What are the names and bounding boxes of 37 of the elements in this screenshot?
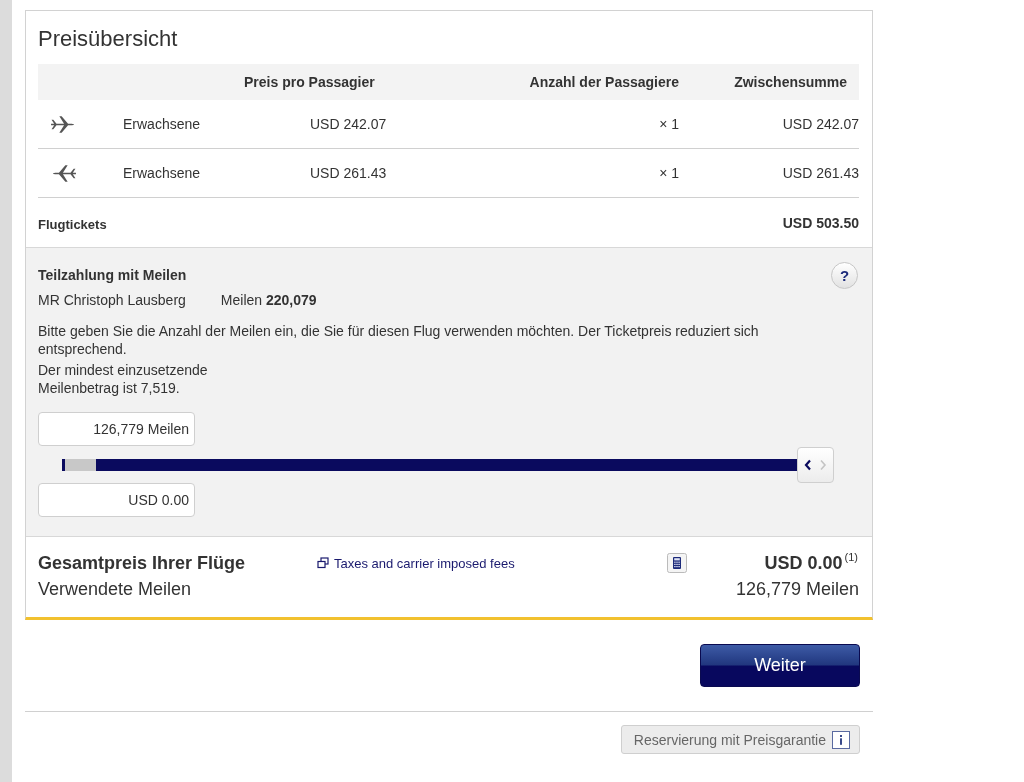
total-label: Flugtickets: [38, 215, 107, 232]
table-cell-text: USD 261.43: [309, 164, 387, 182]
help-button[interactable]: ?: [831, 261, 858, 289]
table-cell-text: Erwachsene: [122, 115, 201, 133]
calculator-icon[interactable]: [667, 553, 687, 573]
continue-button[interactable]: Weiter: [700, 644, 860, 687]
minimum-note: Der mindest einzusetzende Meilenbetrag ist 7,519.: [38, 361, 209, 397]
table-cell-text: × 1: [659, 115, 680, 133]
table-cell-text: USD 242.07: [309, 115, 387, 133]
instructions-text: Bitte geben Sie die Anzahl der Meilen ein, die Sie für diesen Flug verwenden möchten. Der Ticketpreis reduziert sich entsprechend.: [38, 322, 760, 358]
fees-link[interactable]: Taxes and carrier imposed fees: [317, 555, 515, 571]
amount-input[interactable]: USD 0.00: [38, 483, 195, 517]
member-name: MR Christoph Lausberg: [38, 291, 186, 309]
table-cell: USD 261.43: [782, 164, 859, 182]
miles-used-label: Verwendete Meilen: [38, 578, 193, 600]
slider-handle[interactable]: [797, 446, 834, 483]
plane-left-icon: [50, 163, 77, 183]
table-cell: USD 242.07: [782, 115, 859, 133]
new-window-icon: [317, 557, 329, 569]
miles-used-value: 126,779 Meilen: [735, 578, 859, 600]
column-header: Zwischensumme: [734, 73, 848, 91]
total-price: USD 0.00: [764, 552, 843, 573]
table-cell-text: × 1: [659, 164, 680, 182]
column-header: Preis pro Passagier: [244, 73, 375, 91]
section-title: Preisübersicht: [38, 25, 179, 52]
info-icon: [832, 730, 850, 749]
plane-right-icon: [50, 114, 77, 134]
chevron-left-icon[interactable]: [804, 458, 812, 471]
miles-input[interactable]: 126,779 Meilen: [38, 412, 195, 446]
table-cell-text: Erwachsene: [122, 164, 201, 182]
column-header: Anzahl der Passagiere: [529, 73, 680, 91]
total-value: USD 503.50: [782, 214, 859, 231]
miles-title: Teilzahlung mit Meilen: [38, 267, 187, 283]
footnote-mark: (1): [844, 550, 858, 563]
miles-balance: Meilen 220,079: [220, 291, 317, 309]
total-price-label: Gesamtpreis Ihrer Flüge: [38, 552, 247, 574]
price-guarantee-button[interactable]: Reservierung mit Preisgarantie: [620, 725, 860, 754]
